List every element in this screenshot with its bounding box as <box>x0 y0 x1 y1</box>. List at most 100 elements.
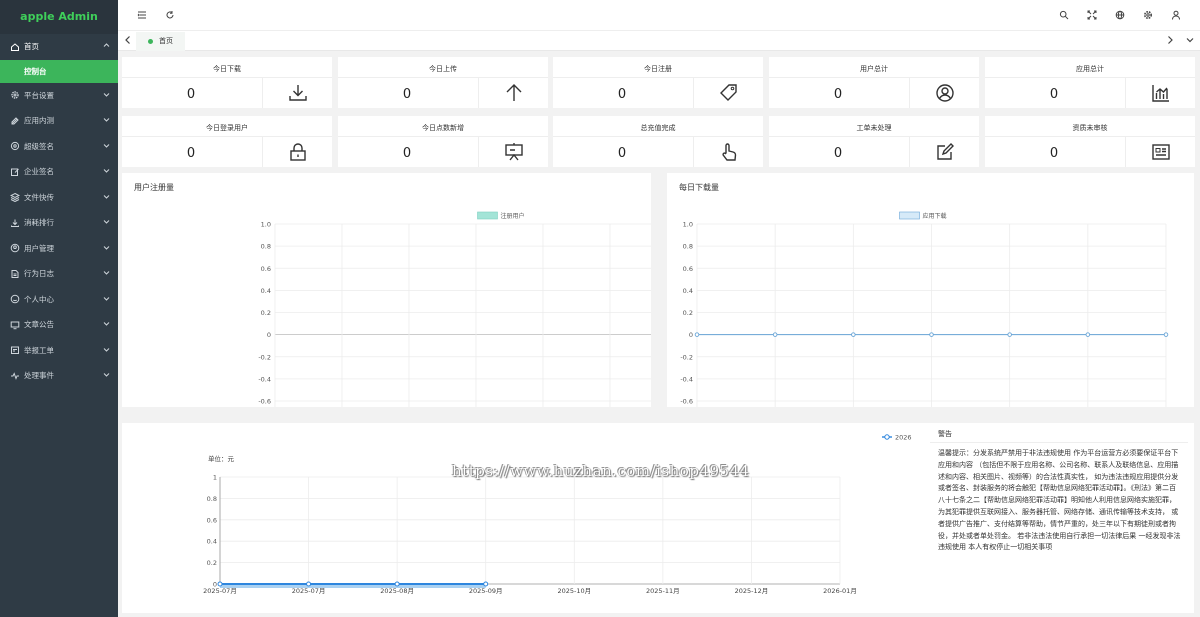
warning-line: 者提供广告推广、支付结算等帮助，情节严重的，处三年以下有期徒刑或者拘 <box>938 519 1176 528</box>
stat-value: 0 <box>617 146 627 161</box>
register-chart-panel: 用户注册量 1.0 0.8 0.6 0.4 0.2 0 -0.2 -0.4 -0.6 注册用户 <box>122 173 651 407</box>
y-tick-label: 0.4 <box>683 287 693 295</box>
watermark: https://www.huzhan.com/ishop49544 <box>452 462 750 480</box>
sidebar-item-12[interactable]: 处理事件 <box>0 363 118 389</box>
stat-value: 0 <box>1049 146 1059 161</box>
data-point <box>694 332 700 337</box>
stat-card: 今日注册 0 <box>553 57 763 108</box>
sidebar-item-0[interactable]: 首页 <box>0 34 118 60</box>
sidebar-item-label: 超级签名 <box>24 141 54 151</box>
sidebar-item-label: 应用内测 <box>24 116 54 125</box>
stat-title: 今日登录用户 <box>206 124 248 132</box>
x-tick-label: 2025-07月 <box>203 587 237 595</box>
y-tick-label: 1.0 <box>261 221 271 229</box>
stat-card: 总充值完成 0 <box>553 116 763 167</box>
legend-marker <box>884 434 890 440</box>
warning-body: 温馨提示：分发系统严禁用于非法违规使用 作为平台运营方必须要保证平台下 应用和内容… <box>938 448 1186 554</box>
y-tick-label: 0.8 <box>261 243 271 251</box>
legend-label: 应用下载 <box>923 212 947 220</box>
legend-swatch <box>899 211 920 220</box>
sidebar-item-6[interactable]: 消耗排行 <box>0 210 118 236</box>
sidebar-item-4[interactable]: 企业签名 <box>0 159 118 185</box>
sidebar-item-label: 消耗排行 <box>24 218 54 227</box>
data-point <box>483 581 489 587</box>
y-tick-label: 0.2 <box>261 309 271 317</box>
stat-card: 今日点数新增 0 <box>338 116 548 167</box>
legend-label: 注册用户 <box>501 212 525 220</box>
sidebar-item-9[interactable]: 个人中心 <box>0 287 118 313</box>
y-tick-label: 0.6 <box>207 516 217 524</box>
warning-line: 八十七条之二【帮助信息网络犯罪活动罪】明知他人利用信息网络实施犯罪， <box>938 496 1176 505</box>
chevron-down-icon <box>103 83 110 109</box>
stat-card: 应用总计 0 <box>985 57 1195 108</box>
data-point <box>1085 332 1091 337</box>
y-axis-unit-label: 单位：元 <box>208 454 235 463</box>
gear-icon[interactable] <box>1143 10 1153 20</box>
sidebar-item-7[interactable]: 用户管理 <box>0 236 118 262</box>
data-point <box>1163 332 1169 337</box>
stat-title: 今日注册 <box>644 65 672 73</box>
top-header <box>118 0 1200 31</box>
sidebar-sub-console[interactable]: 控制台 <box>0 59 118 83</box>
sidebar-item-10[interactable]: 文章公告 <box>0 312 118 338</box>
active-dot <box>148 38 153 44</box>
data-point <box>851 332 856 337</box>
y-tick-label: 1 <box>213 474 217 482</box>
sidebar-nav: 首页控制台平台设置应用内测超级签名企业签名文件快传消耗排行用户管理行为日志 个人中… <box>0 34 118 389</box>
sidebar-item-label: 平台设置 <box>24 90 54 100</box>
user-icon[interactable] <box>1171 10 1181 20</box>
sidebar-item-label: 用户管理 <box>24 243 54 253</box>
download-icon <box>10 218 20 228</box>
stat-value: 0 <box>186 146 196 161</box>
lock-icon <box>262 136 332 167</box>
tab-scroll-left-icon[interactable] <box>124 35 132 48</box>
sidebar-item-11[interactable]: 举报工单 <box>0 338 118 364</box>
sidebar-item-label: 首页 <box>24 42 39 51</box>
y-tick-label: 1.0 <box>683 221 693 229</box>
y-tick-label: -0.4 <box>258 375 271 383</box>
sidebar-item-8[interactable]: 行为日志 <box>0 261 118 287</box>
doc-icon <box>10 269 20 279</box>
sidebar-item-label: 企业签名 <box>24 167 54 176</box>
x-tick-label: 2025-07月 <box>292 587 326 595</box>
tab-bar: 首页 <box>118 31 1200 51</box>
chevron-down-icon <box>103 261 110 287</box>
stat-title: 今日点数新增 <box>422 124 464 132</box>
sidebar-item-1[interactable]: 平台设置 <box>0 83 118 109</box>
globe-icon[interactable] <box>1115 10 1125 20</box>
chevron-down-icon <box>103 236 110 262</box>
tab-scroll-right-icon[interactable] <box>1166 35 1174 48</box>
search-icon[interactable] <box>1059 10 1069 20</box>
y-tick-label: 0.4 <box>207 538 217 546</box>
sidebar-item-3[interactable]: 超级签名 <box>0 134 118 160</box>
data-point <box>306 581 312 587</box>
refresh-icon[interactable] <box>165 10 175 20</box>
sidebar-item-5[interactable]: 文件快传 <box>0 185 118 211</box>
sidebar-item-label: 文章公告 <box>24 320 54 329</box>
stat-card: 今日下载 0 <box>122 57 332 108</box>
test-icon <box>10 116 20 126</box>
chevron-down-icon <box>103 312 110 338</box>
pulse-icon <box>10 371 20 381</box>
chevron-down-icon <box>103 159 110 185</box>
stat-title: 用户总计 <box>860 65 888 73</box>
download-icon <box>262 77 332 108</box>
stat-title: 资质未审核 <box>1072 124 1108 132</box>
x-tick-label: 2025-12月 <box>735 587 769 595</box>
x-tick-label: 2025-08月 <box>380 587 414 595</box>
stat-value: 0 <box>402 87 412 102</box>
settings-icon <box>10 90 20 100</box>
tab-menu-chevron-icon[interactable] <box>1185 35 1195 48</box>
fullscreen-icon[interactable] <box>1087 10 1097 20</box>
menu-fold-icon[interactable] <box>137 10 147 20</box>
sidebar-item-2[interactable]: 应用内测 <box>0 108 118 134</box>
warning-divider <box>930 442 1188 443</box>
tab-home[interactable]: 首页 <box>136 32 185 51</box>
y-tick-label: 0 <box>689 331 693 339</box>
y-tick-label: 0.2 <box>207 559 217 567</box>
warning-line: 应用和内容 （包括但不限于应用名称、公司名称、联系人及联络信息、应用描 <box>938 460 1179 469</box>
chevron-down-icon <box>103 210 110 236</box>
chevron-down-icon <box>103 338 110 364</box>
monitor-icon <box>10 320 20 330</box>
y-tick-label: 0.8 <box>683 243 693 251</box>
